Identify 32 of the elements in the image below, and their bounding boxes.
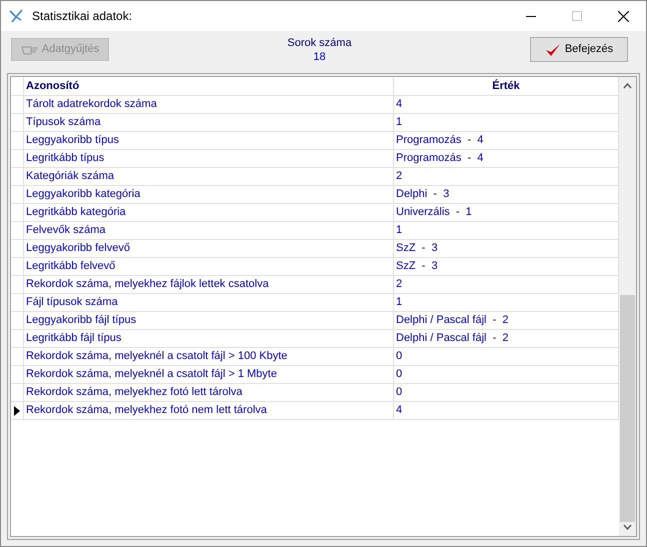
window-title: Statisztikai adatok: [32, 8, 132, 25]
close-icon [618, 10, 628, 22]
table-cell: Leggyakoribb fájl típus [24, 312, 394, 329]
table-cell: Rekordok száma, melyeknél a csatolt fájl > 1 Mbyte [24, 366, 394, 383]
table-cell: Fájl típusok száma [24, 294, 394, 311]
table-cell: Rekordok száma, melyekhez fájlok lettek csatolva [24, 276, 394, 293]
finish-button[interactable]: Befejezés [530, 37, 628, 62]
table-cell: Kategóriák száma [24, 168, 394, 185]
row-count-label: Sorok száma [287, 36, 352, 50]
column-header[interactable]: Azonosító [24, 77, 394, 95]
scrollbar[interactable] [619, 77, 636, 536]
table-cell: Legritkább fájl típus [24, 330, 394, 347]
row-indicator[interactable] [11, 402, 24, 419]
table-cell: Legritkább felvevő [24, 258, 394, 275]
table-cell: Rekordok száma, melyeknél a csatolt fájl > 100 Kbyte [24, 348, 394, 365]
table-cell: Rekordok száma, melyekhez fotó lett tárolva [24, 384, 394, 401]
table-cell: Leggyakoribb típus [24, 132, 394, 149]
maximize-icon [572, 11, 582, 21]
scroll-thumb[interactable] [620, 295, 635, 522]
table-cell: Rekordok száma, melyekhez fotó nem lett tárolva [24, 402, 394, 419]
table-cell: Típusok száma [24, 114, 394, 131]
row-count: 18 [313, 50, 326, 64]
scroll-up-icon [623, 83, 632, 89]
table-cell: Felvevők száma [24, 222, 394, 239]
check-icon [544, 42, 561, 56]
row-pointer-icon [14, 406, 20, 416]
table-cell: Legritkább kategória [24, 204, 394, 221]
table-cell: Leggyakoribb felvevő [24, 240, 394, 257]
table-cell: Legritkább típus [24, 150, 394, 167]
table-cell: Leggyakoribb kategória [24, 186, 394, 203]
table-cell: Tárolt adatrekordok száma [24, 96, 394, 113]
scroll-down-icon [623, 524, 632, 530]
